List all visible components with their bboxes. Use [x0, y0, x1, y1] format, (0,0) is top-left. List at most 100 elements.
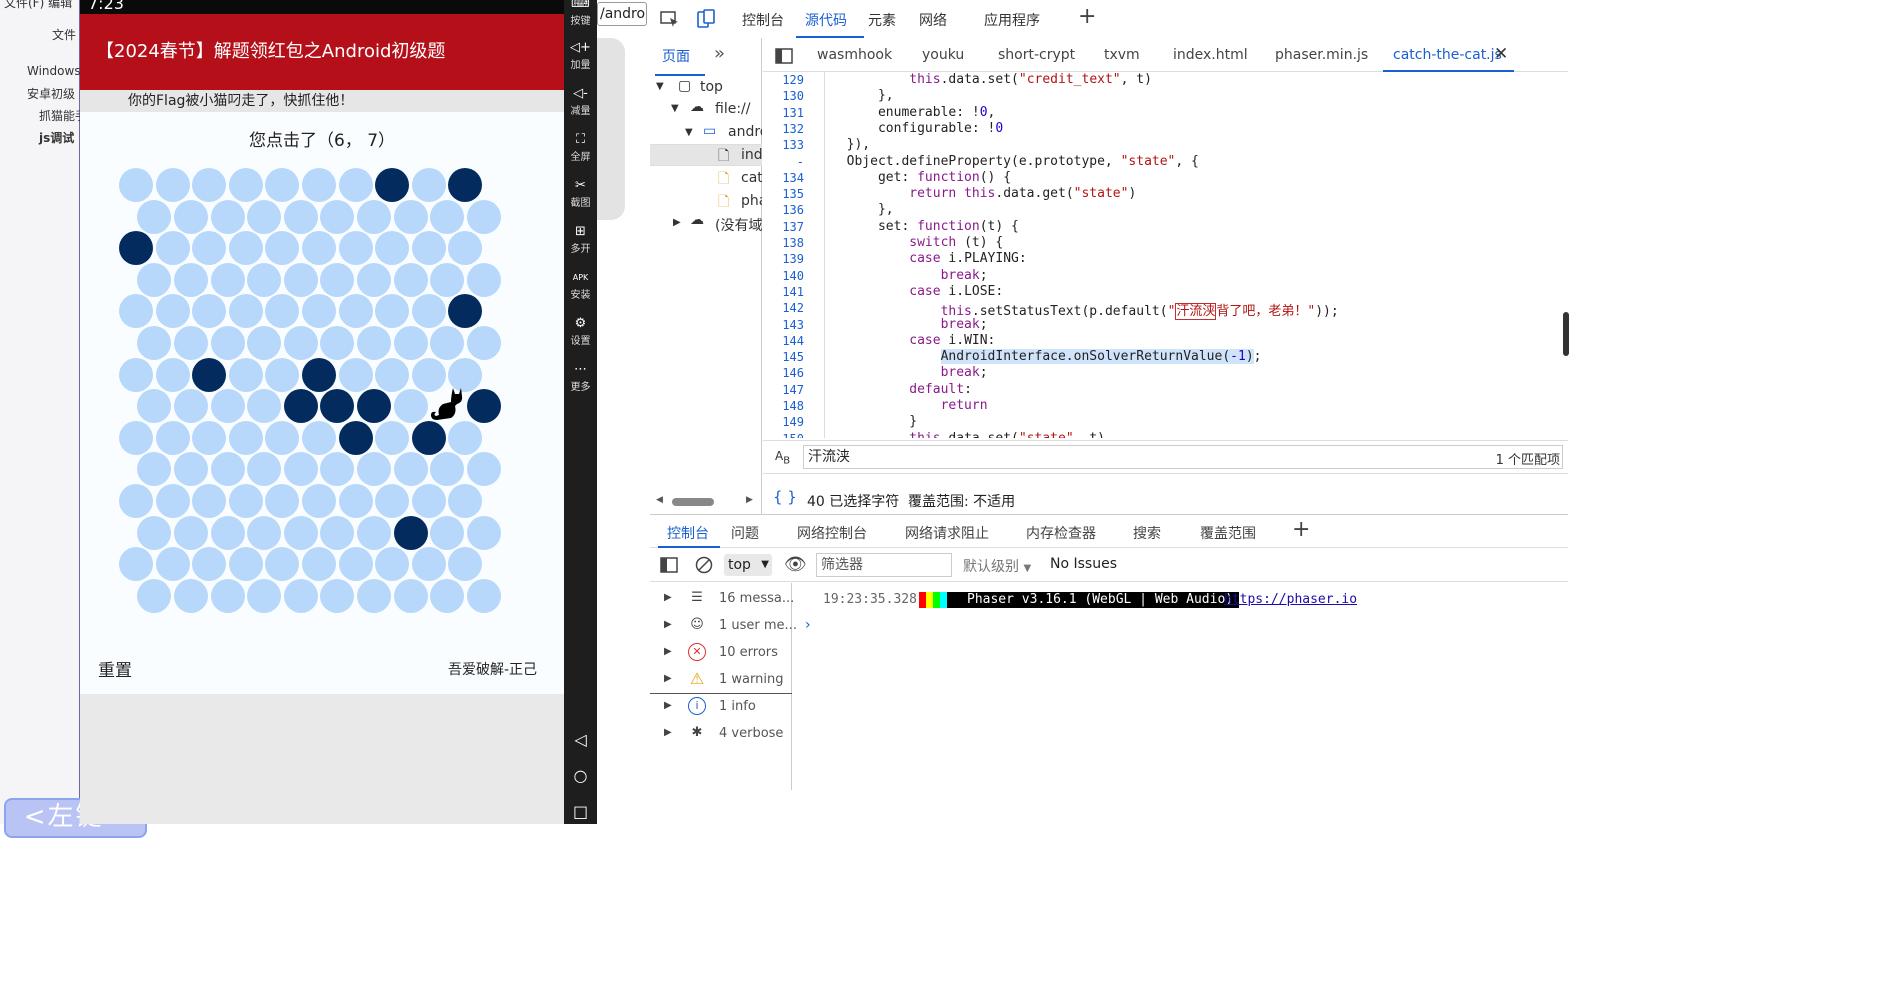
empty-cell[interactable] [173, 515, 208, 550]
empty-cell[interactable] [411, 231, 446, 266]
drawer-tab-coverage[interactable]: 覆盖范围 [1200, 523, 1256, 543]
empty-cell[interactable] [265, 357, 300, 392]
empty-cell[interactable] [466, 326, 501, 360]
empty-cell[interactable] [192, 547, 227, 582]
empty-cell[interactable] [173, 578, 208, 613]
console-output[interactable]: 19:23:35.328 Phaser v3.16.1 (WebGL | Web… [793, 583, 1568, 790]
drawer-tab-issues[interactable]: 问题 [731, 523, 759, 543]
empty-cell[interactable] [210, 326, 245, 360]
tree-file-index[interactable]: inde [741, 147, 762, 163]
empty-cell[interactable] [247, 515, 282, 550]
url-fragment[interactable]: /andro [597, 2, 647, 26]
empty-cell[interactable] [192, 420, 227, 455]
line-number[interactable]: 142 [782, 301, 804, 315]
empty-cell[interactable] [247, 262, 282, 297]
tree-file-phaser[interactable]: pha [741, 193, 762, 209]
drawer-tab-search[interactable]: 搜索 [1133, 523, 1161, 543]
file-tab-txvm[interactable]: txvm [1104, 47, 1140, 63]
line-number[interactable]: 150 [782, 432, 804, 438]
issues-indicator[interactable]: No Issues [1050, 556, 1117, 572]
line-number[interactable]: 143 [782, 318, 804, 332]
empty-cell[interactable] [430, 578, 465, 613]
empty-cell[interactable] [283, 326, 318, 360]
empty-cell[interactable] [393, 452, 428, 487]
empty-cell[interactable] [210, 389, 245, 424]
drawer-tab-request-blocking[interactable]: 网络请求阻止 [905, 523, 989, 543]
empty-cell[interactable] [192, 168, 227, 202]
nav-scrollbar-thumb[interactable] [672, 498, 714, 506]
empty-cell[interactable] [393, 262, 428, 297]
empty-cell[interactable] [155, 484, 190, 518]
console-group-info[interactable]: ▶ i 1 info [650, 694, 792, 721]
drawer-tab-console[interactable]: 控制台 [667, 523, 709, 543]
line-number[interactable]: 137 [782, 220, 804, 234]
empty-cell[interactable] [356, 199, 391, 234]
home-nav-icon[interactable]: ○ [564, 766, 597, 785]
empty-cell[interactable] [430, 199, 465, 234]
empty-cell[interactable] [283, 578, 318, 613]
empty-cell[interactable] [265, 168, 300, 202]
context-select[interactable]: top ▼ [724, 554, 772, 576]
tree-top[interactable]: top [700, 79, 723, 95]
empty-cell[interactable] [356, 452, 391, 487]
log-level-select[interactable]: 默认级别 ▼ [963, 556, 1031, 576]
empty-cell[interactable] [283, 515, 318, 550]
empty-cell[interactable] [173, 389, 208, 424]
empty-cell[interactable] [338, 547, 373, 582]
console-group-warnings[interactable]: ▶ ⚠ 1 warning [650, 667, 792, 694]
empty-cell[interactable] [411, 294, 446, 329]
pretty-print-icon[interactable]: { } [773, 488, 797, 506]
expand-arrow-icon[interactable]: ▼ [656, 81, 664, 92]
empty-cell[interactable] [247, 578, 282, 613]
empty-cell[interactable] [265, 420, 300, 455]
wall-cell[interactable] [192, 357, 227, 392]
empty-cell[interactable] [155, 294, 190, 329]
recents-nav-icon[interactable]: □ [564, 802, 597, 821]
panel-resize-handle[interactable] [1563, 312, 1569, 356]
code-editor[interactable]: 129 130 131 132 133 - 134 135 136 137 138 139 140 141… [763, 72, 1568, 438]
filter-input[interactable]: 筛选器 [816, 553, 952, 577]
scroll-left-icon[interactable]: ◀ [656, 495, 663, 505]
empty-cell[interactable] [247, 389, 282, 424]
emu-keys-button[interactable]: ⌨ 按键 [564, 0, 597, 27]
empty-cell[interactable] [338, 168, 373, 202]
empty-cell[interactable] [210, 262, 245, 297]
match-case-icon[interactable]: AB [775, 449, 790, 466]
empty-cell[interactable] [302, 420, 336, 455]
wall-cell[interactable] [375, 168, 410, 202]
back-nav-icon[interactable]: ◁ [564, 730, 597, 749]
empty-cell[interactable] [302, 294, 336, 329]
empty-cell[interactable] [338, 294, 373, 329]
empty-cell[interactable] [375, 231, 410, 266]
line-number[interactable]: 140 [782, 269, 804, 283]
empty-cell[interactable] [320, 452, 355, 487]
empty-cell[interactable] [210, 515, 245, 550]
line-number[interactable]: 145 [782, 350, 804, 364]
wall-cell[interactable] [283, 389, 318, 424]
wall-cell[interactable] [448, 168, 483, 202]
sidebar-toggle-icon[interactable] [660, 557, 678, 573]
empty-cell[interactable] [430, 262, 465, 297]
empty-cell[interactable] [302, 484, 336, 518]
empty-cell[interactable] [338, 357, 373, 392]
empty-cell[interactable] [265, 484, 300, 518]
empty-cell[interactable] [137, 515, 172, 550]
wall-cell[interactable] [411, 420, 446, 455]
wall-cell[interactable] [356, 389, 391, 424]
line-number[interactable]: 148 [782, 399, 804, 413]
file-tab-index-html[interactable]: index.html [1173, 47, 1248, 63]
empty-cell[interactable] [119, 357, 153, 392]
reset-button[interactable]: 重置 [98, 656, 132, 681]
empty-cell[interactable] [411, 547, 446, 582]
empty-cell[interactable] [228, 294, 263, 329]
line-number[interactable]: 130 [782, 89, 804, 103]
emu-install-button[interactable]: APK 安装 [564, 270, 597, 301]
tab-network[interactable]: 网络 [919, 10, 947, 30]
empty-cell[interactable] [155, 357, 190, 392]
tree-no-domain[interactable]: (没有域) [715, 215, 762, 235]
wall-cell[interactable] [393, 515, 428, 550]
collapse-arrow-icon[interactable]: ▶ [673, 217, 681, 228]
line-number[interactable]: 138 [782, 236, 804, 250]
empty-cell[interactable] [119, 420, 153, 455]
empty-cell[interactable] [210, 199, 245, 234]
